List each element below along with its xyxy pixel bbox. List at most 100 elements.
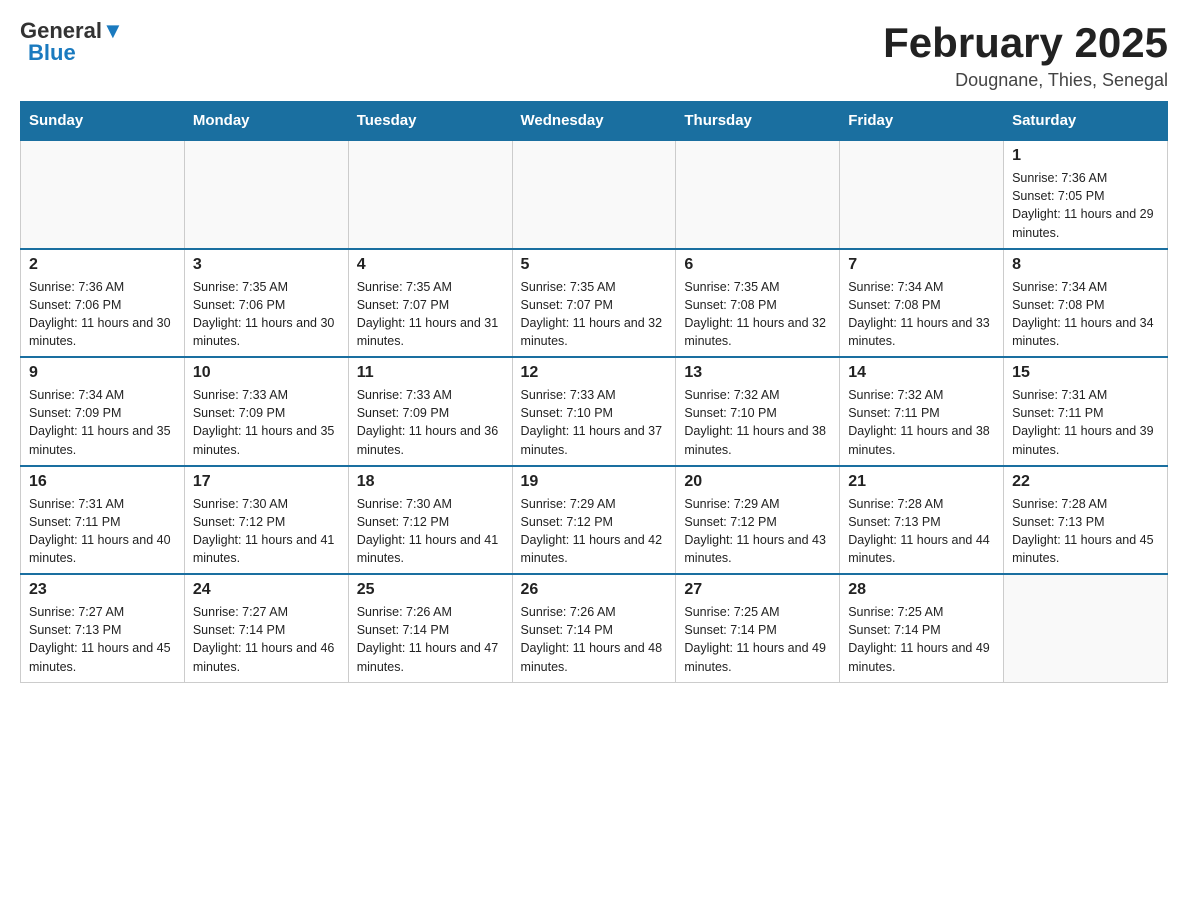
calendar-cell: 22Sunrise: 7:28 AMSunset: 7:13 PMDayligh… [1004, 466, 1168, 575]
calendar-cell: 17 Sunrise: 7:30 AMSunset: 7:12 PMDayligh… [184, 466, 348, 575]
day-number: 24 [193, 581, 340, 599]
col-tuesday: Tuesday [348, 102, 512, 141]
col-saturday: Saturday [1004, 102, 1168, 141]
day-number: 1 [1012, 147, 1159, 165]
calendar-cell [840, 140, 1004, 249]
calendar-cell: 27 Sunrise: 7:25 AMSunset: 7:14 PMDayligh… [676, 574, 840, 682]
day-info: Sunrise: 7:35 AMSunset: 7:08 PMDaylight:… [684, 278, 831, 351]
day-number: 2 [29, 256, 176, 274]
calendar-cell [348, 140, 512, 249]
day-number: 8 [1012, 256, 1159, 274]
calendar-title: February 2025 [883, 20, 1168, 66]
col-wednesday: Wednesday [512, 102, 676, 141]
day-number: 20 [684, 473, 831, 491]
day-number: 27 [684, 581, 831, 599]
day-number: 14 [848, 364, 995, 382]
day-info: Sunrise: 7:32 AMSunset: 7:11 PMDaylight:… [848, 386, 995, 459]
day-info: Sunrise: 7:33 AMSunset: 7:09 PMDaylight:… [193, 386, 340, 459]
logo-blue-text: Blue [28, 40, 76, 65]
day-number: 9 [29, 364, 176, 382]
calendar-subtitle: Dougnane, Thies, Senegal [883, 70, 1168, 91]
day-number: 21 [848, 473, 995, 491]
calendar-cell: 9 Sunrise: 7:34 AMSunset: 7:09 PMDaylight… [21, 357, 185, 466]
calendar-cell: 5Sunrise: 7:35 AMSunset: 7:07 PMDaylight… [512, 249, 676, 358]
day-info: Sunrise: 7:31 AMSunset: 7:11 PMDaylight:… [29, 495, 176, 568]
calendar-cell: 23Sunrise: 7:27 AMSunset: 7:13 PMDayligh… [21, 574, 185, 682]
day-number: 16 [29, 473, 176, 491]
day-number: 12 [521, 364, 668, 382]
day-info: Sunrise: 7:33 AMSunset: 7:09 PMDaylight:… [357, 386, 504, 459]
calendar-table: Sunday Monday Tuesday Wednesday Thursday… [20, 101, 1168, 683]
calendar-cell: 20 Sunrise: 7:29 AMSunset: 7:12 PMDayligh… [676, 466, 840, 575]
calendar-week-row: 16 Sunrise: 7:31 AMSunset: 7:11 PMDayligh… [21, 466, 1168, 575]
logo-general-text: General▼ [20, 20, 124, 42]
day-info: Sunrise: 7:31 AMSunset: 7:11 PMDaylight:… [1012, 386, 1159, 459]
calendar-cell [676, 140, 840, 249]
day-number: 26 [521, 581, 668, 599]
day-info: Sunrise: 7:29 AMSunset: 7:12 PMDaylight:… [684, 495, 831, 568]
day-number: 23 [29, 581, 176, 599]
col-friday: Friday [840, 102, 1004, 141]
calendar-cell: 8 Sunrise: 7:34 AMSunset: 7:08 PMDaylight… [1004, 249, 1168, 358]
col-thursday: Thursday [676, 102, 840, 141]
col-sunday: Sunday [21, 102, 185, 141]
day-number: 10 [193, 364, 340, 382]
calendar-cell: 21 Sunrise: 7:28 AMSunset: 7:13 PMDayligh… [840, 466, 1004, 575]
day-number: 22 [1012, 473, 1159, 491]
calendar-week-row: 23Sunrise: 7:27 AMSunset: 7:13 PMDayligh… [21, 574, 1168, 682]
calendar-cell: 1 Sunrise: 7:36 AMSunset: 7:05 PMDaylight… [1004, 140, 1168, 249]
day-info: Sunrise: 7:30 AMSunset: 7:12 PMDaylight:… [193, 495, 340, 568]
calendar-cell: 19Sunrise: 7:29 AMSunset: 7:12 PMDayligh… [512, 466, 676, 575]
day-number: 5 [521, 256, 668, 274]
day-number: 4 [357, 256, 504, 274]
page-header: General▼ Blue February 2025 Dougnane, Th… [20, 20, 1168, 91]
calendar-cell [184, 140, 348, 249]
logo: General▼ Blue [20, 20, 124, 65]
day-number: 17 [193, 473, 340, 491]
day-info: Sunrise: 7:36 AMSunset: 7:05 PMDaylight:… [1012, 169, 1159, 242]
day-info: Sunrise: 7:30 AMSunset: 7:12 PMDaylight:… [357, 495, 504, 568]
calendar-cell: 28 Sunrise: 7:25 AMSunset: 7:14 PMDayligh… [840, 574, 1004, 682]
calendar-header-row: Sunday Monday Tuesday Wednesday Thursday… [21, 102, 1168, 141]
day-info: Sunrise: 7:34 AMSunset: 7:09 PMDaylight:… [29, 386, 176, 459]
calendar-cell: 3 Sunrise: 7:35 AMSunset: 7:06 PMDaylight… [184, 249, 348, 358]
calendar-cell [1004, 574, 1168, 682]
calendar-cell: 18Sunrise: 7:30 AMSunset: 7:12 PMDayligh… [348, 466, 512, 575]
calendar-week-row: 1 Sunrise: 7:36 AMSunset: 7:05 PMDaylight… [21, 140, 1168, 249]
day-info: Sunrise: 7:35 AMSunset: 7:07 PMDaylight:… [357, 278, 504, 351]
day-number: 28 [848, 581, 995, 599]
day-number: 7 [848, 256, 995, 274]
calendar-cell: 13Sunrise: 7:32 AMSunset: 7:10 PMDayligh… [676, 357, 840, 466]
day-number: 3 [193, 256, 340, 274]
calendar-cell: 16 Sunrise: 7:31 AMSunset: 7:11 PMDayligh… [21, 466, 185, 575]
day-number: 11 [357, 364, 504, 382]
calendar-cell: 6 Sunrise: 7:35 AMSunset: 7:08 PMDaylight… [676, 249, 840, 358]
logo-triangle-shape: ▼ [102, 18, 124, 43]
day-info: Sunrise: 7:29 AMSunset: 7:12 PMDaylight:… [521, 495, 668, 568]
calendar-cell: 26 Sunrise: 7:26 AMSunset: 7:14 PMDayligh… [512, 574, 676, 682]
col-monday: Monday [184, 102, 348, 141]
calendar-cell: 12Sunrise: 7:33 AMSunset: 7:10 PMDayligh… [512, 357, 676, 466]
calendar-cell: 10 Sunrise: 7:33 AMSunset: 7:09 PMDayligh… [184, 357, 348, 466]
day-info: Sunrise: 7:28 AMSunset: 7:13 PMDaylight:… [848, 495, 995, 568]
calendar-cell: 7 Sunrise: 7:34 AMSunset: 7:08 PMDaylight… [840, 249, 1004, 358]
calendar-cell: 11 Sunrise: 7:33 AMSunset: 7:09 PMDayligh… [348, 357, 512, 466]
day-number: 15 [1012, 364, 1159, 382]
day-info: Sunrise: 7:25 AMSunset: 7:14 PMDaylight:… [684, 603, 831, 676]
day-info: Sunrise: 7:34 AMSunset: 7:08 PMDaylight:… [1012, 278, 1159, 351]
calendar-cell: 25 Sunrise: 7:26 AMSunset: 7:14 PMDayligh… [348, 574, 512, 682]
day-info: Sunrise: 7:25 AMSunset: 7:14 PMDaylight:… [848, 603, 995, 676]
day-info: Sunrise: 7:36 AMSunset: 7:06 PMDaylight:… [29, 278, 176, 351]
day-info: Sunrise: 7:26 AMSunset: 7:14 PMDaylight:… [357, 603, 504, 676]
day-number: 25 [357, 581, 504, 599]
calendar-week-row: 9 Sunrise: 7:34 AMSunset: 7:09 PMDaylight… [21, 357, 1168, 466]
day-info: Sunrise: 7:34 AMSunset: 7:08 PMDaylight:… [848, 278, 995, 351]
calendar-cell: 14 Sunrise: 7:32 AMSunset: 7:11 PMDayligh… [840, 357, 1004, 466]
day-info: Sunrise: 7:26 AMSunset: 7:14 PMDaylight:… [521, 603, 668, 676]
day-info: Sunrise: 7:35 AMSunset: 7:06 PMDaylight:… [193, 278, 340, 351]
title-block: February 2025 Dougnane, Thies, Senegal [883, 20, 1168, 91]
day-number: 6 [684, 256, 831, 274]
calendar-cell [512, 140, 676, 249]
day-info: Sunrise: 7:32 AMSunset: 7:10 PMDaylight:… [684, 386, 831, 459]
day-info: Sunrise: 7:27 AMSunset: 7:14 PMDaylight:… [193, 603, 340, 676]
